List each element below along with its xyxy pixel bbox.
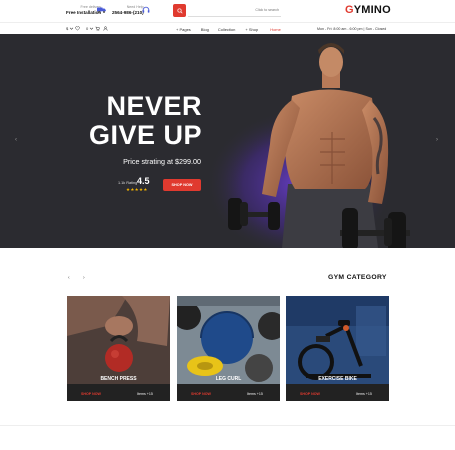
bench-press-image: [67, 296, 170, 384]
hero-banner: ‹ › NEVER GIVE UP Price strating at $299…: [0, 34, 455, 248]
card-shop-now-link[interactable]: SHOP NOW: [191, 392, 211, 396]
language-label: 0: [86, 26, 89, 31]
card-title: LEG CURL: [215, 376, 242, 382]
category-card-bench-press[interactable]: BENCH PRESS SHOP NOW Items +15: [67, 296, 170, 401]
logo-initial: G: [345, 4, 354, 16]
category-card-leg-curl[interactable]: LEG CURL SHOP NOW Items +15: [177, 296, 280, 401]
main-nav: $ 0 + Pages Blog Collection + Shop Home …: [0, 22, 455, 34]
search-button[interactable]: [173, 4, 186, 17]
hero-price-text: Price strating at $299.00: [123, 157, 201, 166]
hero-headline-line-1: NEVER: [106, 91, 202, 121]
logo-text: YMINO: [353, 4, 391, 16]
nav-collections[interactable]: Collection: [218, 27, 236, 32]
cart-icon[interactable]: [95, 26, 101, 31]
nav-home[interactable]: Home: [270, 27, 281, 32]
site-logo[interactable]: GYMINO: [345, 4, 391, 16]
top-header: Free delivery Free Installation Need Hel…: [0, 0, 455, 22]
chevron-down-icon: [70, 27, 74, 30]
currency-selector[interactable]: $: [66, 26, 80, 31]
card-item-count: Items +15: [356, 392, 372, 396]
hero-image: [0, 34, 455, 248]
nav-pages[interactable]: + Pages: [176, 27, 191, 32]
category-next-button[interactable]: ›: [83, 275, 85, 281]
support-phone[interactable]: 2564-986-(210): [112, 10, 144, 16]
support-info: Need Help 2564-986-(210): [112, 5, 144, 16]
nav-blog[interactable]: Blog: [201, 27, 209, 32]
delivery-info: Free delivery Free Installation: [66, 5, 101, 16]
leg-curl-image: [177, 296, 280, 384]
rating-value: 4.5: [137, 176, 150, 186]
search-input[interactable]: [188, 4, 281, 17]
chevron-down-icon: [90, 27, 94, 30]
card-shop-now-link[interactable]: SHOP NOW: [300, 392, 320, 396]
exercise-bike-image: [286, 296, 389, 384]
rating-label: 1.1k Rating: [118, 181, 138, 185]
truck-icon: [97, 7, 106, 13]
category-title: GYM CATEGORY: [328, 274, 387, 281]
card-item-count: Items +15: [247, 392, 263, 396]
card-shop-now-link[interactable]: SHOP NOW: [81, 392, 101, 396]
nav-shop[interactable]: + Shop: [245, 27, 258, 32]
hero-next-arrow[interactable]: ›: [436, 137, 438, 143]
opening-hours: Mon - Fri: 8:00 am - 6:00 pm | Sun - Clo…: [317, 26, 387, 31]
rating-stars: ★★★★★: [126, 187, 148, 192]
hero-headline: NEVER GIVE UP: [78, 92, 202, 150]
language-selector[interactable]: 0: [86, 26, 101, 31]
nav-links: + Pages Blog Collection + Shop Home: [176, 27, 281, 32]
hero-prev-arrow[interactable]: ‹: [15, 137, 17, 143]
hero-headline-line-2: GIVE UP: [88, 120, 202, 150]
hero-shop-now-button[interactable]: SHOP NOW: [163, 179, 201, 191]
section-divider: [0, 425, 455, 426]
category-card-exercise-bike[interactable]: EXERCISE BIKE SHOP NOW Items +15: [286, 296, 389, 401]
user-icon: [103, 26, 108, 31]
category-prev-button[interactable]: ‹: [68, 275, 70, 281]
card-title: BENCH PRESS: [100, 376, 137, 382]
headset-icon: [142, 6, 150, 13]
card-title: EXERCISE BIKE: [318, 376, 357, 382]
delivery-big-text: Free Installation: [66, 10, 102, 15]
search-icon: [176, 7, 183, 14]
currency-label: $: [66, 26, 69, 31]
card-item-count: Items +15: [137, 392, 153, 396]
account-button[interactable]: [103, 26, 108, 31]
heart-icon[interactable]: [75, 26, 80, 31]
